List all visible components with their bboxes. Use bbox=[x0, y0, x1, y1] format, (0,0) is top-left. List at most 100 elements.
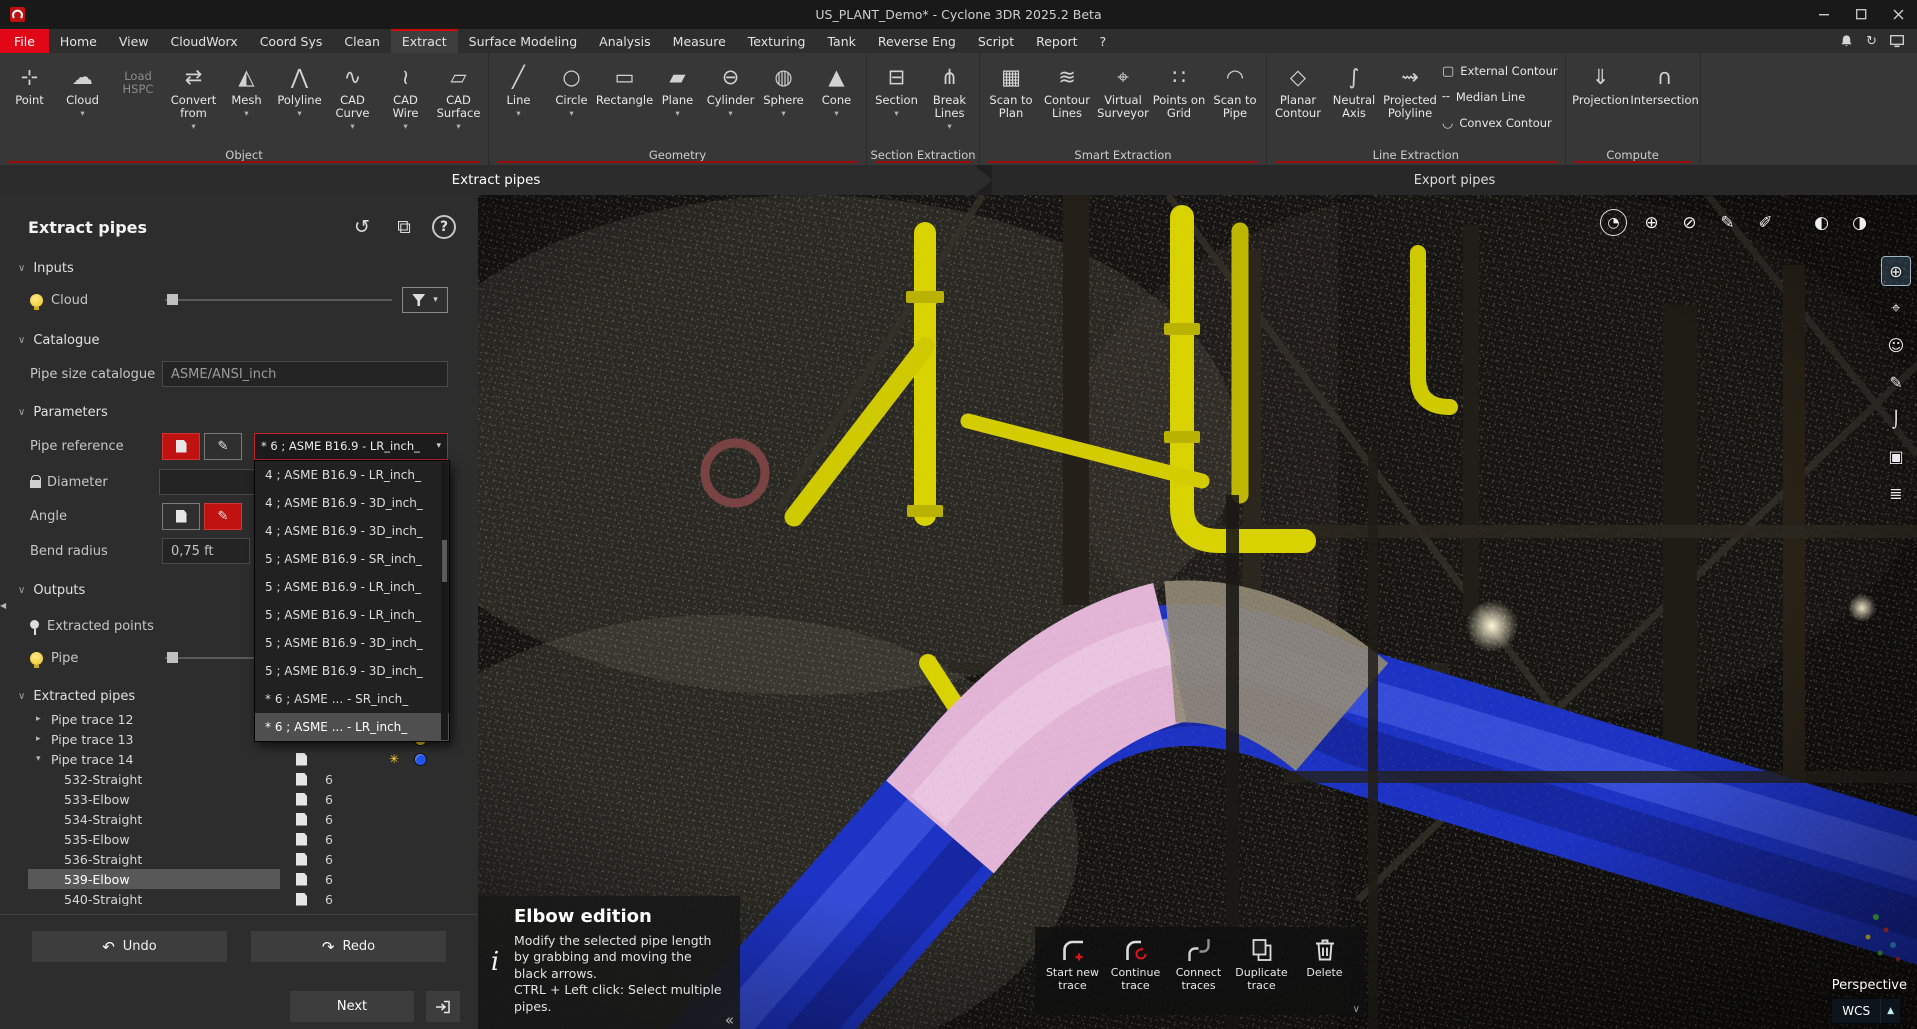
bend-radius-input[interactable] bbox=[162, 538, 250, 564]
visibility-bulb-icon[interactable] bbox=[30, 652, 43, 665]
collapse-icon[interactable]: « bbox=[725, 1011, 734, 1029]
chevron-down-icon[interactable]: ∨ bbox=[1353, 1004, 1360, 1015]
menu-texturing[interactable]: Texturing bbox=[737, 29, 817, 53]
section-catalogue[interactable]: ∨ Catalogue bbox=[18, 329, 454, 351]
ribbon-button-points-on-grid[interactable]: ∷Points on Grid bbox=[1151, 58, 1207, 120]
tree-item-539-elbow[interactable]: 539-Elbow6 bbox=[0, 869, 478, 889]
menu-help[interactable]: ? bbox=[1089, 29, 1118, 53]
maximize-button[interactable] bbox=[1843, 0, 1880, 29]
slider-handle[interactable] bbox=[167, 294, 178, 305]
ribbon-button-neutral-axis[interactable]: ∫Neutral Axis bbox=[1326, 58, 1382, 120]
dropdown-option[interactable]: 4 ; ASME B16.9 - LR_inch_ bbox=[255, 461, 449, 489]
ribbon-button-cad-wire[interactable]: ≀CAD Wire▾ bbox=[379, 58, 432, 132]
detach-panel-icon[interactable]: ⧉ bbox=[390, 213, 418, 241]
document-icon[interactable] bbox=[296, 753, 307, 766]
cube-icon[interactable]: ▣ bbox=[1882, 442, 1910, 470]
history-icon[interactable]: ↺ bbox=[348, 213, 376, 241]
target-icon[interactable]: ⌖ bbox=[1882, 294, 1910, 322]
ribbon-button-point[interactable]: ⊹Point bbox=[3, 58, 56, 107]
ribbon-button-scan-to-plan[interactable]: ▦Scan to Plan bbox=[983, 58, 1039, 120]
chevron-down-icon[interactable]: ▾ bbox=[36, 754, 51, 764]
close-button[interactable] bbox=[1880, 0, 1917, 29]
menu-clean[interactable]: Clean bbox=[333, 29, 390, 53]
next-button[interactable]: Next bbox=[290, 991, 414, 1022]
trace-tool-continue-trace[interactable]: Continue trace bbox=[1104, 933, 1167, 1011]
menu-script[interactable]: Script bbox=[967, 29, 1025, 53]
chevron-right-icon[interactable]: ▸ bbox=[36, 734, 51, 744]
menu-coord-sys[interactable]: Coord Sys bbox=[249, 29, 334, 53]
tree-item-532-straight[interactable]: 532-Straight6 bbox=[0, 769, 478, 789]
visibility-bulb-icon[interactable] bbox=[30, 294, 43, 307]
ribbon-button-line[interactable]: ╱Line▾ bbox=[492, 58, 545, 119]
color-swatch[interactable] bbox=[414, 753, 427, 766]
dropdown-option[interactable]: 5 ; ASME B16.9 - 3D_inch_ bbox=[255, 629, 449, 657]
menu-reverse-eng[interactable]: Reverse Eng bbox=[867, 29, 967, 53]
ribbon-button-cloud[interactable]: ☁Cloud▾ bbox=[56, 58, 109, 119]
pipe-size-catalogue-input[interactable] bbox=[162, 361, 448, 387]
dropdown-option[interactable]: * 6 ; ASME ... - SR_inch_ bbox=[255, 685, 449, 713]
ribbon-button-convex-contour[interactable]: ◡Convex Contour bbox=[1442, 112, 1558, 134]
pipe-edit-icon[interactable]: ✎ bbox=[1714, 209, 1741, 236]
chevron-right-icon[interactable]: ▸ bbox=[36, 714, 51, 724]
ribbon-button-planar-contour[interactable]: ◇Planar Contour bbox=[1270, 58, 1326, 120]
ribbon-button-external-contour[interactable]: ▢External Contour bbox=[1442, 60, 1558, 82]
ribbon-button-intersection[interactable]: ∩Intersection bbox=[1633, 58, 1697, 107]
ribbon-button-section[interactable]: ⊟Section▾ bbox=[870, 58, 923, 119]
ribbon-button-cad-curve[interactable]: ∿CAD Curve▾ bbox=[326, 58, 379, 132]
menu-extract[interactable]: Extract bbox=[391, 29, 458, 53]
display-icon[interactable] bbox=[1890, 35, 1904, 48]
select-icon[interactable]: ⊕ bbox=[1882, 257, 1910, 285]
trace-tool-delete[interactable]: Delete bbox=[1293, 933, 1356, 1011]
menu-file[interactable]: File bbox=[0, 29, 49, 53]
section-parameters[interactable]: ∨ Parameters bbox=[18, 401, 454, 423]
menu-view[interactable]: View bbox=[108, 29, 160, 53]
up-axis-icon[interactable]: ▲ bbox=[1880, 999, 1900, 1023]
notifications-icon[interactable] bbox=[1840, 34, 1853, 48]
ribbon-button-contour-lines[interactable]: ≋Contour Lines bbox=[1039, 58, 1095, 120]
show-cloud-icon[interactable]: ◐ bbox=[1808, 209, 1835, 236]
pipe-draw-icon[interactable]: ✐ bbox=[1752, 209, 1779, 236]
ribbon-button-projection[interactable]: ⇓Projection bbox=[1569, 58, 1633, 107]
trace-tool-duplicate-trace[interactable]: Duplicate trace bbox=[1230, 933, 1293, 1011]
ribbon-button-cylinder[interactable]: ⊖Cylinder▾ bbox=[704, 58, 757, 119]
tree-item-534-straight[interactable]: 534-Straight6 bbox=[0, 809, 478, 829]
tab-extract-pipes[interactable]: Extract pipes bbox=[0, 165, 992, 195]
ribbon-button-convert-from[interactable]: ⇄Convert from▾ bbox=[167, 58, 220, 132]
cloud-slider[interactable] bbox=[165, 287, 392, 313]
undo-button[interactable]: ↶ Undo bbox=[32, 931, 227, 962]
menu-analysis[interactable]: Analysis bbox=[588, 29, 662, 53]
apply-exit-button[interactable] bbox=[426, 991, 460, 1022]
trace-tool-connect-traces[interactable]: Connect traces bbox=[1167, 933, 1230, 1011]
tab-export-pipes[interactable]: Export pipes bbox=[992, 165, 1917, 195]
cloud-filter-button[interactable]: ▾ bbox=[402, 287, 448, 313]
menu-home[interactable]: Home bbox=[49, 29, 108, 53]
ribbon-button-cone[interactable]: ▲Cone▾ bbox=[810, 58, 863, 119]
projection-mode-label[interactable]: Perspective bbox=[1832, 978, 1907, 993]
menu-measure[interactable]: Measure bbox=[662, 29, 737, 53]
dropdown-option[interactable]: 4 ; ASME B16.9 - 3D_inch_ bbox=[255, 489, 449, 517]
ribbon-button-scan-to-pipe[interactable]: ◠Scan to Pipe bbox=[1207, 58, 1263, 120]
dropdown-option[interactable]: 5 ; ASME B16.9 - LR_inch_ bbox=[255, 573, 449, 601]
dropdown-scrollbar[interactable] bbox=[441, 462, 448, 740]
pipe-reference-combo[interactable]: * 6 ; ASME B16.9 - LR_inch_ ▾ bbox=[254, 433, 448, 460]
orientation-icon[interactable]: ◔ bbox=[1600, 209, 1627, 236]
ribbon-button-sphere[interactable]: ◍Sphere▾ bbox=[757, 58, 810, 119]
sync-icon[interactable]: ↻ bbox=[1866, 34, 1877, 49]
pin-icon[interactable] bbox=[30, 620, 39, 629]
redo-button[interactable]: ↷ Redo bbox=[251, 931, 446, 962]
dropdown-option[interactable]: * 6 ; ASME ... - LR_inch_ bbox=[255, 713, 449, 741]
ribbon-button-projected-polyline[interactable]: ⇝Projected Polyline bbox=[1382, 58, 1438, 120]
show-pipe-icon[interactable]: ◑ bbox=[1846, 209, 1873, 236]
tree-item-536-straight[interactable]: 536-Straight6 bbox=[0, 849, 478, 869]
layers-icon[interactable]: ≣ bbox=[1882, 479, 1910, 507]
user-icon[interactable]: ☺ bbox=[1882, 331, 1910, 359]
panel-collapse-arrow[interactable]: ◀ bbox=[0, 593, 11, 617]
lock-icon[interactable] bbox=[30, 480, 41, 488]
dropdown-option[interactable]: 5 ; ASME B16.9 - 3D_inch_ bbox=[255, 657, 449, 685]
pipe-reference-edit-button[interactable]: ✎ bbox=[204, 433, 242, 460]
wcs-widget[interactable]: WCS ▲ bbox=[1831, 998, 1901, 1024]
angle-list-button[interactable] bbox=[162, 503, 200, 530]
tree-item-535-elbow[interactable]: 535-Elbow6 bbox=[0, 829, 478, 849]
menu-tank[interactable]: Tank bbox=[816, 29, 866, 53]
tree-item-540-straight[interactable]: 540-Straight6 bbox=[0, 889, 478, 906]
